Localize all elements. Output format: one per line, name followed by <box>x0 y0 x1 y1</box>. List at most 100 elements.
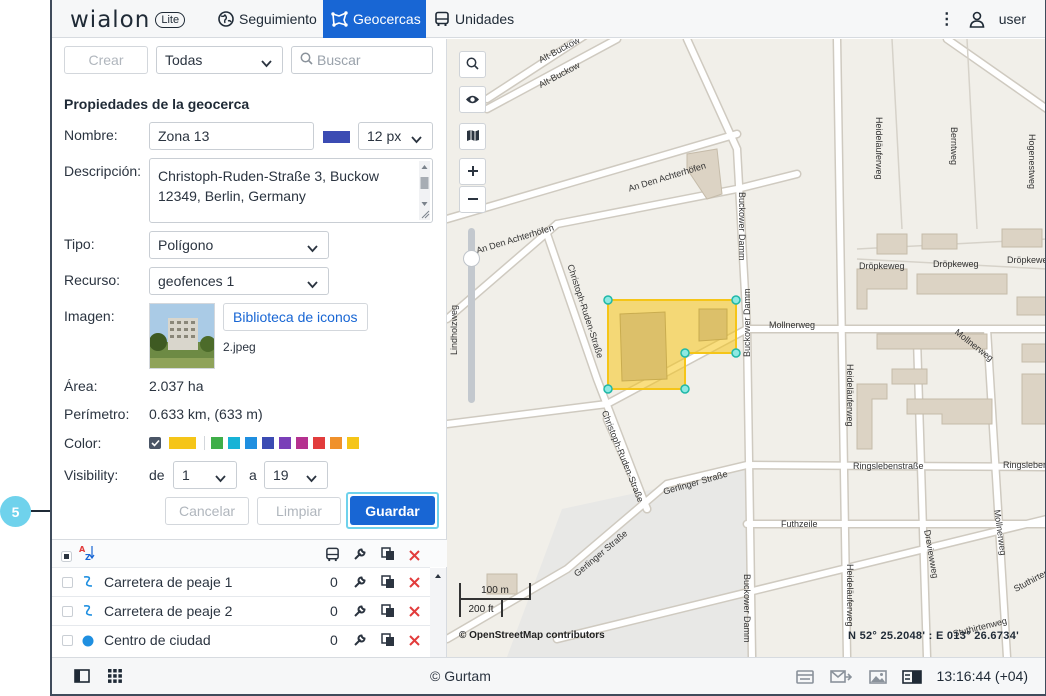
gallery-icon[interactable] <box>869 670 887 687</box>
wrench-icon[interactable] <box>353 547 367 564</box>
user-icon[interactable] <box>969 11 985 28</box>
chevron-down-icon <box>307 240 318 256</box>
row-checkbox[interactable] <box>62 577 73 588</box>
color-option-magenta[interactable] <box>296 437 308 449</box>
fill-checkbox[interactable] <box>149 437 161 449</box>
clear-button[interactable]: Limpiar <box>257 497 341 525</box>
cancel-button[interactable]: Cancelar <box>165 497 249 525</box>
plus-icon <box>467 164 479 180</box>
list-scrollbar[interactable] <box>430 568 446 657</box>
list-item[interactable]: Carretera de peaje 2 0 <box>52 596 430 625</box>
geofence-image-thumbnail[interactable] <box>149 303 215 369</box>
color-option-red[interactable] <box>313 437 325 449</box>
filter-select[interactable]: Todas <box>156 46 283 74</box>
color-label: Color: <box>64 435 102 451</box>
map-visibility-button[interactable] <box>459 86 486 113</box>
wrench-icon[interactable] <box>353 604 367 621</box>
street-label: Lindholzweg <box>449 304 459 355</box>
street-label: Heideläuferweg <box>845 364 855 427</box>
copy-icon[interactable] <box>381 575 395 592</box>
name-field[interactable]: Zona 13 <box>149 122 314 150</box>
panel-toggle-icon[interactable] <box>74 669 90 686</box>
list-item[interactable]: Centro de ciudad 0 <box>52 625 430 654</box>
delete-icon[interactable] <box>409 604 420 620</box>
select-all-checkbox[interactable] <box>61 549 72 565</box>
visibility-to-select[interactable]: 19 <box>264 461 328 489</box>
route-icon <box>81 603 95 622</box>
map-view[interactable]: Alt-Buckow Alt-Buckow An Den Achterhöfen… <box>447 39 1045 657</box>
form-title: Propiedades de la geocerca <box>64 96 250 112</box>
copy-icon[interactable] <box>381 547 395 564</box>
visibility-to-value: 19 <box>273 467 289 483</box>
notifications-icon[interactable] <box>796 670 814 687</box>
color-option-cyan[interactable] <box>228 437 240 449</box>
color-option-purple[interactable] <box>279 437 291 449</box>
user-area: ⋮ user <box>939 0 1045 38</box>
copy-icon[interactable] <box>381 604 395 621</box>
delete-all-icon[interactable] <box>409 548 420 564</box>
selected-color-swatch[interactable] <box>169 437 196 449</box>
geofence-unit-count: 0 <box>330 603 338 619</box>
save-highlight: Guardar <box>346 492 439 529</box>
icon-library-button[interactable]: Biblioteca de iconos <box>223 303 368 331</box>
delete-icon[interactable] <box>409 575 420 591</box>
search-input[interactable]: Buscar <box>291 46 433 74</box>
zoom-in-button[interactable] <box>459 158 486 185</box>
zoom-slider-handle[interactable] <box>463 250 480 267</box>
map-search-button[interactable] <box>459 51 486 78</box>
type-select[interactable]: Polígono <box>149 231 329 259</box>
line-width-select[interactable]: 12 px <box>358 122 433 150</box>
type-value: Polígono <box>158 237 214 253</box>
resource-label: Recurso: <box>64 272 121 288</box>
more-menu-icon[interactable]: ⋮ <box>939 9 955 29</box>
street-label: Ringslebenstraße <box>853 461 924 471</box>
row-checkbox[interactable] <box>62 635 73 646</box>
line-color-swatch[interactable] <box>323 131 350 143</box>
chevron-down-icon <box>307 276 318 292</box>
visibility-label: Visibility: <box>64 467 119 483</box>
chevron-down-icon <box>306 470 317 486</box>
sort-az-icon[interactable]: AZ <box>79 544 95 565</box>
geofence-name: Carretera de peaje 2 <box>104 603 233 619</box>
circle-icon <box>81 634 95 651</box>
tab-unidades[interactable]: Unidades <box>426 0 522 38</box>
wrench-icon[interactable] <box>353 575 367 592</box>
list-item[interactable]: Carretera de peaje 1 0 <box>52 567 430 596</box>
chevron-down-icon <box>261 55 272 71</box>
save-button[interactable]: Guardar <box>350 496 435 525</box>
messages-icon[interactable] <box>830 670 853 687</box>
wrench-icon[interactable] <box>353 633 367 650</box>
layout-icon[interactable] <box>902 670 922 687</box>
scale-imperial: 200 ft <box>459 600 503 617</box>
street-label: Buckower Damm <box>742 288 752 357</box>
zoom-out-button[interactable] <box>459 186 486 213</box>
create-button[interactable]: Crear <box>64 46 148 74</box>
color-option-orange[interactable] <box>330 437 342 449</box>
tab-label: Geocercas <box>353 11 421 27</box>
step-callout: 5 <box>0 496 31 527</box>
description-field[interactable]: Christoph-Ruden-Straße 3, Buckow 12349, … <box>149 158 433 223</box>
resource-value: geofences 1 <box>158 273 235 289</box>
tab-geocercas[interactable]: Geocercas <box>323 0 426 38</box>
resource-select[interactable]: geofences 1 <box>149 267 329 295</box>
user-name[interactable]: user <box>999 11 1026 27</box>
color-palette <box>149 436 364 450</box>
row-checkbox[interactable] <box>62 606 73 617</box>
search-placeholder: Buscar <box>317 52 361 68</box>
svg-text:Z: Z <box>85 553 91 562</box>
units-column-icon[interactable] <box>325 547 340 565</box>
color-option-indigo[interactable] <box>262 437 274 449</box>
color-option-green[interactable] <box>211 437 223 449</box>
delete-icon[interactable] <box>409 633 420 649</box>
color-option-blue[interactable] <box>245 437 257 449</box>
apps-grid-icon[interactable] <box>108 669 122 686</box>
copy-icon[interactable] <box>381 633 395 650</box>
perimeter-value: 0.633 km, (633 m) <box>149 406 263 422</box>
map-layers-button[interactable] <box>459 123 486 150</box>
color-option-yellow[interactable] <box>347 437 359 449</box>
tab-seguimiento[interactable]: Seguimiento <box>210 0 325 38</box>
geofence-unit-count: 0 <box>330 574 338 590</box>
visibility-from-select[interactable]: 1 <box>173 461 237 489</box>
description-scrollbar[interactable] <box>419 161 430 220</box>
clock: 13:16:44 (+04) <box>936 668 1028 684</box>
